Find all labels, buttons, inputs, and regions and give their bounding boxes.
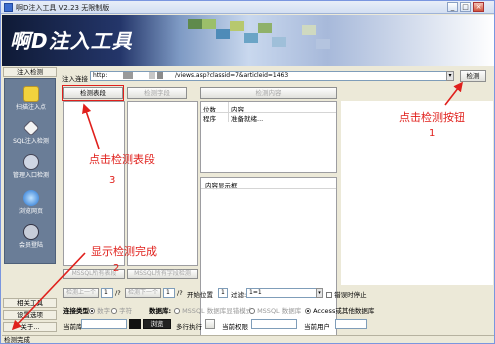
arrow-to-detect-table (82, 103, 100, 150)
status-bar: 检测完成 (2, 335, 494, 344)
status-text: 检测完成 (4, 336, 30, 344)
arrow-to-detect (444, 81, 463, 106)
arrow-to-status (11, 252, 86, 331)
app-window: 啊D注入工具 V2.23 无限制版 _ □ × 啊D注入工具 注入检测 扫描注入… (0, 0, 495, 344)
annotation-arrows (11, 81, 463, 331)
